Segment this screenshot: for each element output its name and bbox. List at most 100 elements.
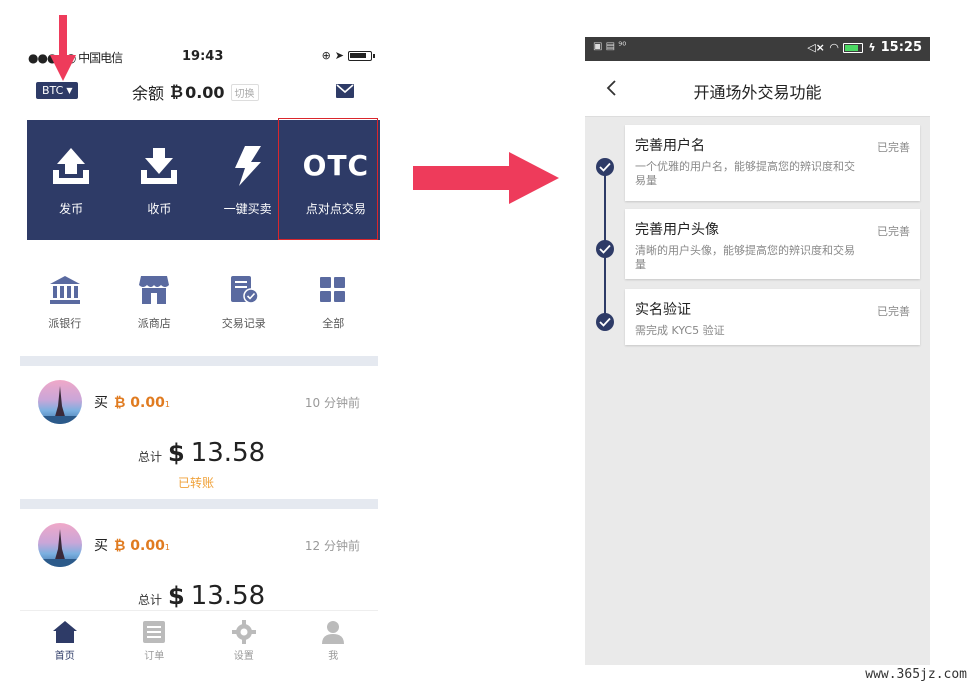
total-label: 总计 <box>138 450 163 464</box>
quick-link-store[interactable]: 派商店 <box>110 275 200 331</box>
order-time: 12 分钟前 <box>304 539 360 553</box>
order-amount: ₿ 0.001 <box>114 394 170 411</box>
check-icon <box>596 313 614 331</box>
order-amount-value: 0.00 <box>130 394 165 411</box>
tab-label: 首页 <box>54 651 75 662</box>
tab-label: 订单 <box>144 651 165 662</box>
right-phone-screen: ▣ ▤ ⁹⁰ ◁× ◠ ϟ 15:25 开通场外交易功能 完善用户名 一个优雅的… <box>585 37 930 665</box>
tab-me[interactable]: 我 <box>289 611 379 670</box>
mail-icon[interactable] <box>336 84 354 98</box>
section-separator <box>20 499 378 509</box>
order-status: 已转账 <box>178 476 215 490</box>
store-icon <box>138 275 170 305</box>
quick-link-all[interactable]: 全部 <box>289 275 379 331</box>
order-direction: 买 <box>94 395 108 411</box>
order-card[interactable]: 买 ₿ 0.001 10 分钟前 总计 $ 13.58 已转账 <box>20 366 378 490</box>
page-title: 开通场外交易功能 <box>693 83 822 102</box>
grid-icon <box>317 275 349 305</box>
step-card-username[interactable]: 完善用户名 一个优雅的用户名，能够提高您的辨识度和交易量 已完善 <box>625 125 920 201</box>
list-icon <box>141 619 167 645</box>
order-direction: 买 <box>94 538 108 554</box>
quick-link-label: 交易记录 <box>221 317 266 330</box>
btc-symbol: ₿ <box>114 394 126 411</box>
big-right-arrow <box>413 152 559 204</box>
dollar-symbol: $ <box>168 439 185 467</box>
balance-display: 余额 ₿ 0.00 切换 <box>132 80 259 104</box>
quick-link-records[interactable]: 交易记录 <box>199 275 289 331</box>
balance-value: 0.00 <box>185 82 225 102</box>
record-icon <box>228 275 260 305</box>
notification-icons: ▣ ▤ ⁹⁰ <box>593 41 627 52</box>
otc-icon-text: OTC <box>302 148 370 182</box>
order-time: 10 分钟前 <box>304 396 360 410</box>
mute-icon: ◁× <box>807 41 825 54</box>
step-card-verification[interactable]: 实名验证 需完成 KYC5 验证 已完善 <box>625 289 920 345</box>
quick-links: 派银行 派商店 交易记录 全部 <box>20 275 378 331</box>
battery-icon <box>843 42 864 53</box>
currency-label: BTC <box>42 84 64 97</box>
total-value: 13.58 <box>190 581 266 611</box>
avatar <box>38 380 82 424</box>
android-status-bar: ▣ ▤ ⁹⁰ ◁× ◠ ϟ 15:25 <box>585 37 930 61</box>
section-separator <box>20 356 378 366</box>
user-icon <box>320 619 346 645</box>
check-icon <box>596 158 614 176</box>
switch-button[interactable]: 切换 <box>230 83 259 101</box>
battery-icon <box>348 50 375 61</box>
action-label: 一键买卖 <box>223 201 272 216</box>
order-card[interactable]: 买 ₿ 0.001 12 分钟前 总计 $ 13.58 <box>20 509 378 611</box>
order-total: 总计 $ 13.58 <box>138 438 265 468</box>
status-time: 15:25 <box>880 40 922 55</box>
wifi-icon: ◠ <box>829 41 839 54</box>
status-icons: ◁× ◠ ϟ 15:25 <box>807 40 922 55</box>
lock-rotation-icon: ⊕ <box>321 49 331 62</box>
balance-label: 余额 <box>132 84 165 103</box>
step-title: 实名验证 <box>635 302 691 318</box>
watermark: www.365jz.com <box>865 667 967 682</box>
receive-coin-button[interactable]: 收币 <box>115 120 203 240</box>
quick-link-label: 派商店 <box>137 317 171 330</box>
order-type: 买 ₿ 0.001 <box>94 392 170 412</box>
step-card-avatar[interactable]: 完善用户头像 清晰的用户头像，能够提高您的辨识度和交易量 已完善 <box>625 209 920 279</box>
order-type: 买 ₿ 0.001 <box>94 535 170 555</box>
action-bar: 发币 收币 一键买卖 OTC 点对点交易 <box>27 120 380 240</box>
action-label: 收币 <box>147 201 172 216</box>
tab-label: 设置 <box>233 651 254 662</box>
send-coin-button[interactable]: 发币 <box>27 120 115 240</box>
tab-label: 我 <box>328 651 339 662</box>
currency-selector[interactable]: BTC ▼ <box>36 82 79 99</box>
step-status: 已完善 <box>877 141 910 154</box>
status-icons: ⊕ ➤ <box>321 49 375 62</box>
tab-home[interactable]: 首页 <box>20 611 110 670</box>
download-tray-icon <box>137 144 181 188</box>
dollar-symbol: $ <box>168 582 185 610</box>
quick-link-label: 全部 <box>322 317 345 330</box>
status-time: 19:43 <box>182 49 224 64</box>
action-label: 发币 <box>59 201 84 216</box>
order-amount-suffix: 1 <box>164 399 170 409</box>
home-icon <box>52 619 78 645</box>
quick-trade-button[interactable]: 一键买卖 <box>204 120 292 240</box>
gear-icon <box>231 619 257 645</box>
red-pointer-arrow <box>50 15 76 81</box>
location-icon: ➤ <box>334 49 344 62</box>
tab-orders[interactable]: 订单 <box>110 611 200 670</box>
order-amount-value: 0.00 <box>130 537 165 554</box>
action-label: 点对点交易 <box>305 201 366 216</box>
otc-trade-button[interactable]: OTC 点对点交易 <box>292 120 380 240</box>
quick-link-bank[interactable]: 派银行 <box>20 275 110 331</box>
tab-settings[interactable]: 设置 <box>199 611 289 670</box>
tab-bar: 首页 订单 设置 我 <box>20 610 378 670</box>
order-amount: ₿ 0.001 <box>114 537 170 554</box>
step-description: 需完成 KYC5 验证 <box>635 324 725 337</box>
charging-icon: ϟ <box>868 41 876 54</box>
order-amount-suffix: 1 <box>164 542 170 552</box>
step-title: 完善用户名 <box>635 138 705 154</box>
total-value: 13.58 <box>190 438 266 468</box>
lightning-icon <box>226 144 270 188</box>
bank-icon <box>49 275 81 305</box>
step-description: 清晰的用户头像，能够提高您的辨识度和交易量 <box>635 244 855 271</box>
step-status: 已完善 <box>877 305 910 318</box>
step-description: 一个优雅的用户名，能够提高您的辨识度和交易量 <box>635 160 855 187</box>
check-icon <box>596 240 614 258</box>
